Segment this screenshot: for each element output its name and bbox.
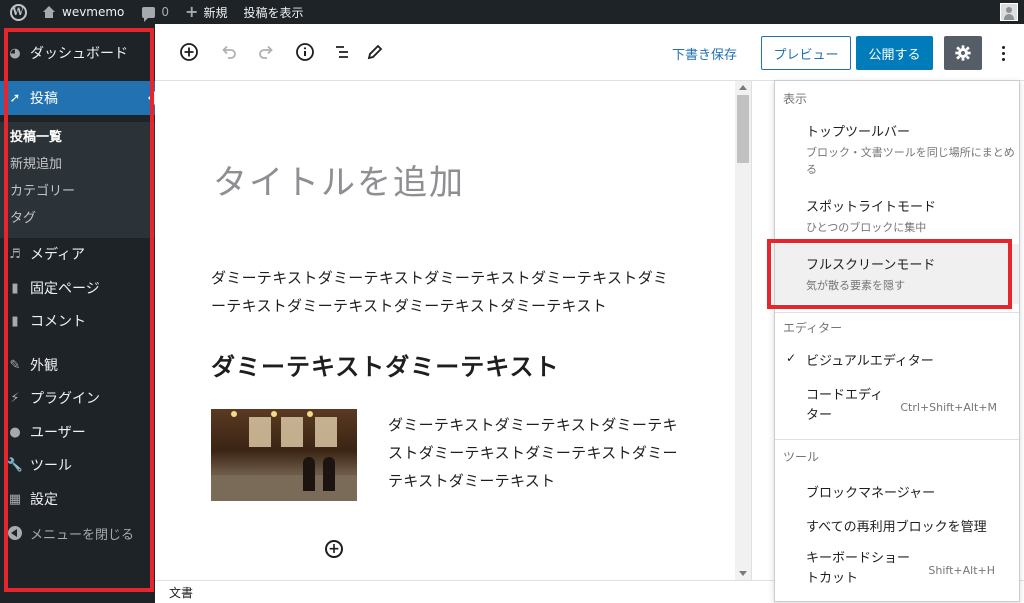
admin-sidebar: ◕ ダッシュボード ➚ 投稿 投稿一覧 新規追加 カテゴリー タグ ♬ メディア… bbox=[0, 24, 155, 603]
posts-submenu: 投稿一覧 新規追加 カテゴリー タグ bbox=[0, 122, 155, 238]
canvas-scrollbar[interactable] bbox=[735, 81, 751, 580]
settings-icon: ▦ bbox=[8, 491, 22, 507]
collapse-menu-button[interactable]: メニューを閉じる bbox=[0, 516, 155, 550]
sidebar-item-settings[interactable]: ▦ 設定 bbox=[0, 482, 155, 516]
post-title-input[interactable]: タイトルを追加 bbox=[213, 155, 465, 204]
preview-button[interactable]: プレビュー bbox=[761, 36, 851, 70]
sidebar-item-dashboard[interactable]: ◕ ダッシュボード bbox=[0, 36, 155, 70]
save-draft-button[interactable]: 下書き保存 bbox=[672, 42, 737, 64]
comment-icon: ▮ bbox=[11, 313, 19, 329]
new-content-link[interactable]: + 新規 bbox=[179, 0, 233, 24]
sidebar-item-label: メディア bbox=[30, 247, 86, 263]
menu-item-spotlight-mode[interactable]: スポットライトモード ひとつのブロックに集中 bbox=[775, 196, 1019, 236]
menu-item-top-toolbar[interactable]: トップツールバー ブロック・文書ツールを同じ場所にまとめる bbox=[775, 121, 1019, 178]
menu-item-label: フルスクリーンモード bbox=[806, 258, 936, 273]
submenu-item-all-posts[interactable]: 投稿一覧 bbox=[0, 122, 155, 149]
pin-icon: ➚ bbox=[9, 90, 21, 106]
admin-bar: W wevmemo 0 + 新規 投稿を表示 bbox=[0, 0, 1024, 24]
undo-icon[interactable] bbox=[217, 40, 241, 64]
scroll-up-icon[interactable] bbox=[739, 85, 747, 90]
add-block-icon[interactable] bbox=[177, 40, 201, 64]
sidebar-item-posts[interactable]: ➚ 投稿 bbox=[0, 81, 155, 115]
submenu-item-tags[interactable]: タグ bbox=[0, 203, 155, 230]
submenu-item-add-new[interactable]: 新規追加 bbox=[0, 149, 155, 176]
cafe-image[interactable] bbox=[211, 409, 357, 501]
info-icon[interactable] bbox=[293, 40, 317, 64]
menu-item-reusable-blocks[interactable]: すべての再利用ブロックを管理 bbox=[775, 516, 1019, 535]
sidebar-item-label: 固定ページ bbox=[30, 281, 100, 297]
view-post-link[interactable]: 投稿を表示 bbox=[237, 0, 309, 24]
media-text-paragraph[interactable]: ダミーテキストダミーテキストダミーテキストダミーテキストダミーテキストダミーテキ… bbox=[388, 411, 678, 495]
editor-group-title: エディター bbox=[783, 321, 843, 335]
publish-button[interactable]: 公開する bbox=[856, 36, 933, 70]
editor-canvas: タイトルを追加 ダミーテキストダミーテキストダミーテキストダミーテキストダミーテ… bbox=[155, 81, 735, 580]
page-icon: ▮ bbox=[11, 280, 19, 296]
site-name-link[interactable]: wevmemo bbox=[36, 0, 130, 24]
sidebar-item-comments[interactable]: ▮ コメント bbox=[0, 304, 155, 338]
menu-item-label: スポットライトモード bbox=[806, 200, 937, 215]
view-group-title: 表示 bbox=[783, 92, 808, 106]
comment-count: 0 bbox=[161, 5, 170, 19]
sidebar-item-plugins[interactable]: ⚡ プラグイン bbox=[0, 381, 155, 415]
site-name: wevmemo bbox=[62, 5, 125, 19]
sidebar-item-label: コメント bbox=[30, 314, 86, 330]
wrench-icon: 🔧 bbox=[6, 457, 24, 473]
plus-icon: + bbox=[185, 2, 199, 21]
sidebar-item-label: 設定 bbox=[30, 492, 58, 508]
redo-icon[interactable] bbox=[254, 40, 278, 64]
menu-item-code-editor[interactable]: コードエディター Ctrl+Shift+Alt+M bbox=[775, 386, 1019, 426]
sidebar-item-label: プラグイン bbox=[30, 391, 100, 407]
menu-item-description: 気が散る要素を隠す bbox=[806, 279, 905, 292]
avatar[interactable] bbox=[1000, 3, 1018, 21]
more-options-button[interactable] bbox=[992, 36, 1014, 70]
dashboard-icon: ◕ bbox=[9, 45, 21, 61]
sidebar-item-media[interactable]: ♬ メディア bbox=[0, 237, 155, 271]
sidebar-item-label: 投稿 bbox=[30, 91, 58, 107]
paragraph-block[interactable]: ダミーテキストダミーテキストダミーテキストダミーテキストダミーテキストダミーテキ… bbox=[211, 264, 676, 320]
collapse-arrow-icon bbox=[0, 526, 30, 540]
new-label: 新規 bbox=[203, 5, 228, 20]
sidebar-item-tools[interactable]: 🔧 ツール bbox=[0, 448, 155, 482]
menu-item-label: コードエディター bbox=[806, 388, 884, 423]
settings-gear-button[interactable] bbox=[944, 36, 982, 70]
menu-item-block-manager[interactable]: ブロックマネージャー bbox=[775, 482, 1019, 501]
plugin-icon: ⚡ bbox=[10, 390, 20, 406]
sidebar-item-users[interactable]: ● ユーザー bbox=[0, 415, 155, 449]
menu-item-shortcut: Ctrl+Shift+Alt+M bbox=[900, 401, 997, 414]
sidebar-item-label: ダッシュボード bbox=[30, 46, 128, 62]
menu-item-description: ブロック・文書ツールを同じ場所にまとめる bbox=[806, 146, 1015, 176]
sidebar-item-label: 外観 bbox=[30, 358, 58, 374]
scrollbar-thumb[interactable] bbox=[737, 95, 749, 163]
editor-toolbar: 下書き保存 プレビュー 公開する bbox=[155, 24, 1024, 81]
more-options-menu: 表示 トップツールバー ブロック・文書ツールを同じ場所にまとめる スポットライト… bbox=[774, 80, 1020, 602]
add-block-inline-icon[interactable]: + bbox=[325, 540, 343, 558]
media-icon: ♬ bbox=[9, 246, 21, 262]
scroll-down-icon[interactable] bbox=[739, 571, 747, 576]
collapse-menu-label: メニューを閉じる bbox=[30, 527, 135, 543]
menu-item-shortcut: Shift+Alt+H bbox=[928, 564, 995, 577]
sidebar-item-label: ユーザー bbox=[30, 425, 86, 441]
menu-item-keyboard-shortcuts[interactable]: キーボードショートカット Shift+Alt+H bbox=[775, 549, 1019, 589]
menu-item-fullscreen-mode[interactable]: フルスクリーンモード 気が散る要素を隠す bbox=[775, 244, 1019, 304]
block-navigation-icon[interactable] bbox=[330, 40, 354, 64]
pencil-icon[interactable] bbox=[363, 40, 387, 64]
user-icon: ● bbox=[9, 424, 21, 440]
comments-link[interactable]: 0 bbox=[136, 0, 175, 24]
menu-item-label: トップツールバー bbox=[806, 125, 911, 140]
menu-item-visual-editor[interactable]: ビジュアルエディター bbox=[775, 350, 1019, 369]
wordpress-logo-icon[interactable]: W bbox=[0, 0, 36, 24]
home-icon bbox=[42, 6, 56, 18]
brush-icon: ✎ bbox=[9, 357, 21, 373]
gear-icon bbox=[955, 45, 971, 61]
sidebar-item-appearance[interactable]: ✎ 外観 bbox=[0, 348, 155, 382]
sidebar-item-pages[interactable]: ▮ 固定ページ bbox=[0, 271, 155, 305]
submenu-item-categories[interactable]: カテゴリー bbox=[0, 176, 155, 203]
tools-group-title: ツール bbox=[783, 450, 820, 464]
comment-bubble-icon bbox=[142, 6, 156, 22]
menu-item-description: ひとつのブロックに集中 bbox=[806, 221, 927, 234]
heading-block[interactable]: ダミーテキストダミーテキスト bbox=[211, 347, 560, 382]
menu-item-label: キーボードショートカット bbox=[806, 551, 911, 586]
sidebar-item-label: ツール bbox=[30, 458, 72, 474]
